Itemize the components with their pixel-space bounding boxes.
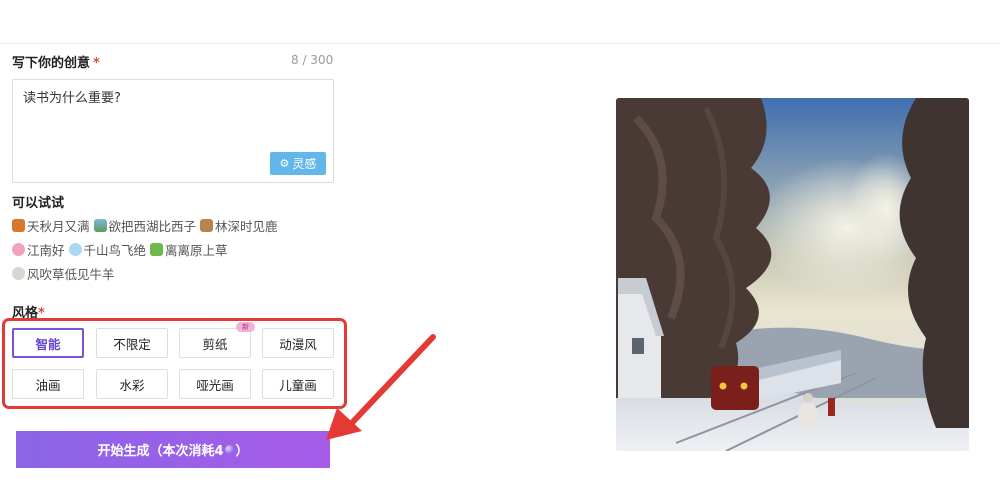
style-option-children[interactable]: 儿童画 [262, 369, 334, 399]
suggestion-item[interactable]: 风吹草低见牛羊 [12, 264, 115, 283]
style-option-papercut[interactable]: 剪纸 新 [179, 322, 255, 358]
char-counter: 8 / 300 [291, 53, 334, 67]
suggestion-item[interactable]: 林深时见鹿 [200, 216, 278, 235]
maple-leaf-icon [12, 219, 25, 232]
gear-icon: ⚙ [279, 157, 290, 170]
inspiration-button[interactable]: ⚙ 灵感 [270, 152, 326, 175]
suggestion-item[interactable]: 离离原上草 [150, 240, 228, 259]
suggestion-text: 欲把西湖比西子 [108, 219, 197, 234]
style-option-label: 剪纸 [202, 336, 228, 352]
suggestion-item[interactable]: 天秋月又满 [12, 216, 90, 235]
style-option-watercolor[interactable]: 水彩 [96, 369, 168, 399]
suggestion-text: 千山鸟飞绝 [83, 243, 147, 258]
generated-image-preview [616, 98, 969, 451]
sheep-icon [12, 267, 25, 280]
prompt-text[interactable]: 读书为什么重要? [23, 87, 121, 106]
style-option-unlimited[interactable]: 不限定 [96, 328, 168, 358]
style-option-anime[interactable]: 动漫风 [262, 328, 334, 358]
flower-icon [12, 243, 25, 256]
prompt-label-text: 写下你的创意 [12, 56, 91, 71]
inspiration-label: 灵感 [292, 157, 317, 171]
new-badge: 新 [236, 322, 255, 332]
suggestion-text: 天秋月又满 [27, 219, 90, 234]
suggestion-text: 风吹草低见牛羊 [27, 267, 115, 282]
suggestion-text: 离离原上草 [165, 243, 228, 258]
style-option-oil-painting[interactable]: 油画 [12, 369, 84, 399]
deer-icon [200, 219, 214, 232]
suggestion-row: 天秋月又满 欲把西湖比西子 林深时见鹿 [12, 216, 278, 235]
top-divider [0, 43, 1000, 44]
winter-train-painting [616, 98, 969, 451]
landscape-icon [93, 219, 107, 232]
suggestion-text: 林深时见鹿 [215, 219, 278, 234]
suggestion-item[interactable]: 江南好 [12, 240, 65, 259]
sprout-icon [150, 243, 164, 256]
snowflake-icon [68, 243, 82, 256]
style-option-matte[interactable]: 哑光画 [179, 369, 251, 399]
suggestion-row: 江南好 千山鸟飞绝 离离原上草 [12, 240, 228, 259]
prompt-textarea[interactable]: 读书为什么重要? ⚙ 灵感 [12, 79, 334, 183]
suggestion-item[interactable]: 欲把西湖比西子 [93, 216, 197, 235]
generate-label: 开始生成（本次消耗4 [97, 444, 224, 459]
generate-label-suffix: ） [235, 444, 249, 459]
suggestion-text: 江南好 [27, 243, 65, 258]
required-mark: * [93, 56, 100, 71]
generate-button[interactable]: 开始生成（本次消耗4 ） [16, 431, 330, 468]
suggestion-item[interactable]: 千山鸟飞绝 [68, 240, 147, 259]
style-option-smart[interactable]: 智能 [12, 328, 84, 358]
gem-icon [224, 445, 234, 454]
suggestions-label: 可以试试 [12, 196, 65, 211]
suggestion-row: 风吹草低见牛羊 [12, 264, 115, 283]
prompt-label: 写下你的创意 * [12, 52, 100, 71]
